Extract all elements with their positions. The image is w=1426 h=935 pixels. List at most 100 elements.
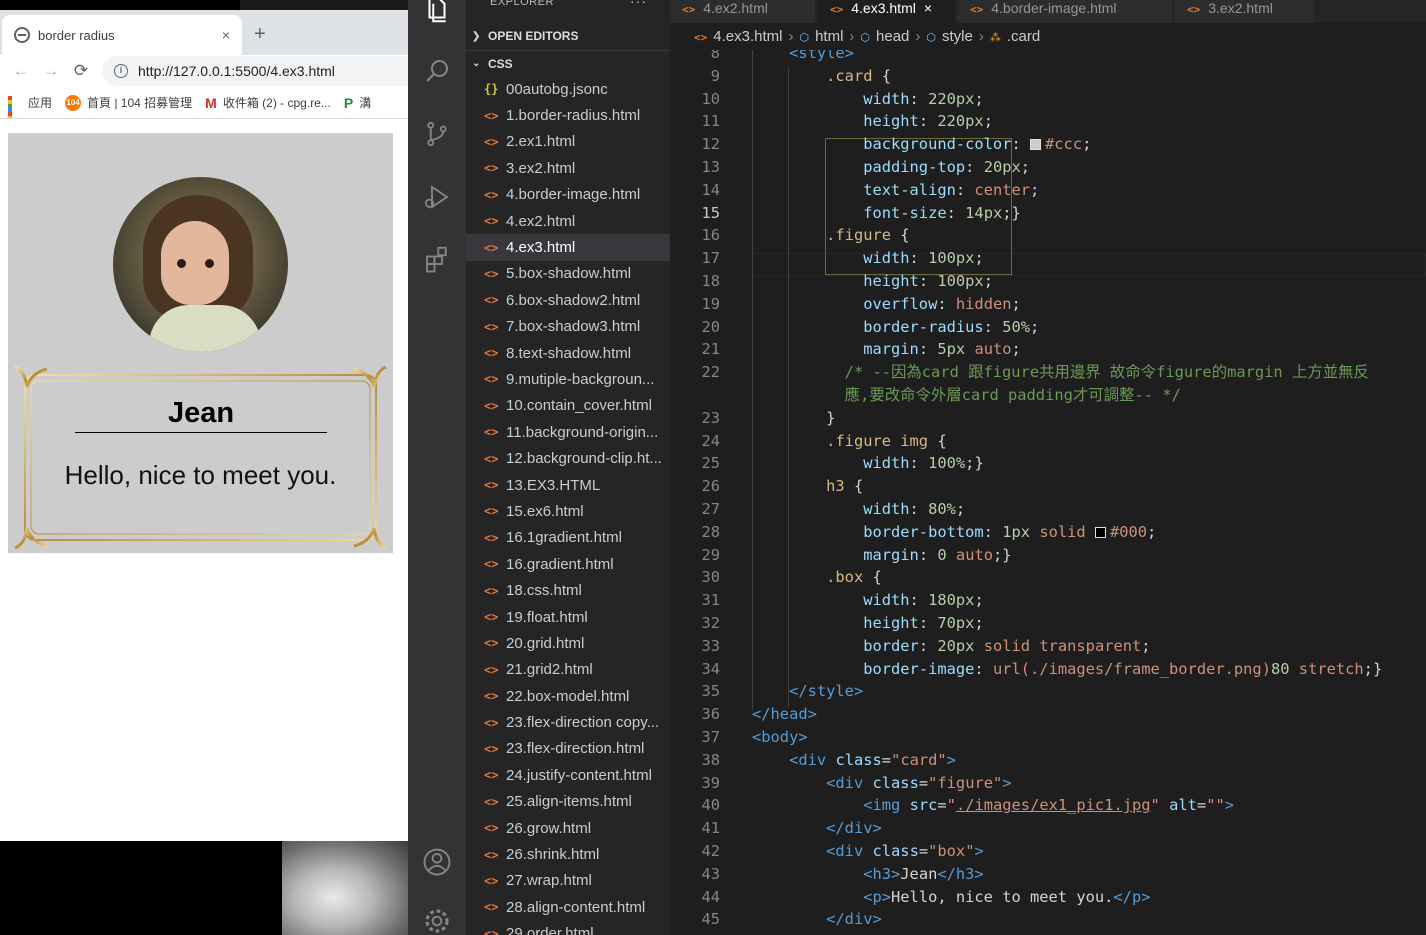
- file-item[interactable]: <> 25.align-items.html: [466, 789, 670, 815]
- file-item[interactable]: <> 29.order.html: [466, 921, 670, 935]
- file-name: 3.ex2.html: [506, 159, 576, 177]
- file-item[interactable]: <> 3.ex2.html: [466, 155, 670, 181]
- explorer-icon[interactable]: [421, 0, 453, 26]
- file-item[interactable]: <> 4.border-image.html: [466, 182, 670, 208]
- reload-button[interactable]: ⟳: [66, 61, 96, 81]
- file-item[interactable]: <> 23.flex-direction copy...: [466, 709, 670, 735]
- file-item[interactable]: <> 2.ex1.html: [466, 129, 670, 155]
- breadcrumb-item[interactable]: <> 4.ex3.html: [694, 28, 782, 45]
- file-name: 23.flex-direction.html: [506, 740, 645, 758]
- file-item[interactable]: <> 10.contain_cover.html: [466, 393, 670, 419]
- code-editor[interactable]: 8 <style> 9 .card {10 width: 220px; 11 hei…: [670, 50, 1426, 935]
- file-item[interactable]: <> 11.background-origin...: [466, 419, 670, 445]
- code-line: 14 text-align: center;: [670, 179, 1426, 202]
- color-swatch-icon[interactable]: [1030, 139, 1042, 151]
- bookmark-other[interactable]: P 溝: [344, 94, 371, 111]
- breadcrumb-item[interactable]: ⬡ style: [926, 28, 972, 45]
- file-item[interactable]: <> 26.shrink.html: [466, 841, 670, 867]
- file-item[interactable]: <> 28.align-content.html: [466, 894, 670, 920]
- color-swatch-icon[interactable]: [1094, 526, 1106, 538]
- close-icon[interactable]: ×: [924, 0, 932, 16]
- code-token: solid: [1039, 522, 1086, 541]
- file-item[interactable]: <> 18.css.html: [466, 577, 670, 603]
- breadcrumb-item[interactable]: ⬡ head: [860, 28, 909, 45]
- code-token: height: [863, 614, 919, 632]
- file-item[interactable]: <> 15.ex6.html: [466, 498, 670, 524]
- file-item[interactable]: <> 4.ex2.html: [466, 208, 670, 234]
- bookmark-apps[interactable]: 应用: [8, 94, 52, 118]
- address-bar[interactable]: i http://127.0.0.1:5500/4.ex3.html: [102, 56, 410, 86]
- code-line: 21 margin: 5px auto;: [670, 338, 1426, 361]
- info-icon[interactable]: i: [114, 64, 128, 78]
- file-item[interactable]: <> 20.grid.html: [466, 630, 670, 656]
- explorer-title: EXPLORER: [490, 0, 554, 8]
- code-token: >: [1002, 773, 1012, 792]
- browser-tabbar: border radius × +: [0, 10, 410, 55]
- bookmark-icon: P: [343, 94, 354, 111]
- file-name: 16.gradient.html: [506, 555, 614, 573]
- breadcrumb-item[interactable]: ⁂ .card: [990, 28, 1040, 45]
- code-token: :: [909, 89, 929, 108]
- file-item[interactable]: <> 19.float.html: [466, 604, 670, 630]
- gear-icon[interactable]: [421, 905, 453, 935]
- code-text: h3 {: [752, 475, 863, 498]
- file-item[interactable]: <> 23.flex-direction.html: [466, 736, 670, 762]
- file-item[interactable]: <> 5.box-shadow.html: [466, 261, 670, 287]
- breadcrumb-item[interactable]: ⬡ html: [799, 28, 843, 45]
- code-token: 100px: [928, 249, 975, 268]
- run-debug-icon[interactable]: [421, 181, 453, 213]
- code-token: 14px: [965, 203, 1003, 222]
- file-item[interactable]: <> 6.box-shadow2.html: [466, 287, 670, 313]
- forward-button[interactable]: →: [36, 61, 66, 81]
- back-button[interactable]: ←: [6, 61, 36, 81]
- file-item[interactable]: <> 7.box-shadow3.html: [466, 314, 670, 340]
- file-item[interactable]: <> 12.background-clip.ht...: [466, 445, 670, 471]
- code-text: }: [752, 407, 835, 430]
- file-item[interactable]: <> 8.text-shadow.html: [466, 340, 670, 366]
- html-file-icon: <>: [484, 610, 499, 624]
- editor-tab[interactable]: <> 4.ex2.html: [670, 0, 816, 23]
- folder-section[interactable]: ⌄ CSS: [466, 50, 670, 76]
- bookmark-104[interactable]: 104 首頁 | 104 招募管理: [65, 94, 192, 111]
- file-item[interactable]: <> 27.wrap.html: [466, 868, 670, 894]
- source-control-icon[interactable]: [421, 118, 453, 150]
- chevron-right-icon: ›: [978, 28, 984, 45]
- search-icon[interactable]: [421, 55, 453, 87]
- code-text: background-color: #ccc;: [752, 133, 1091, 156]
- line-number: 28: [701, 522, 720, 541]
- file-item[interactable]: <> 16.gradient.html: [466, 551, 670, 577]
- code-token: .figure: [826, 226, 892, 245]
- more-actions-icon[interactable]: ···: [630, 0, 647, 9]
- bookmark-gmail[interactable]: M 收件箱 (2) - cpg.re...: [205, 94, 331, 111]
- browser-tab[interactable]: border radius ×: [2, 15, 242, 55]
- file-item[interactable]: <> 22.box-model.html: [466, 683, 670, 709]
- line-number: 13: [701, 158, 720, 176]
- file-item[interactable]: <> 4.ex3.html: [466, 234, 670, 261]
- file-item[interactable]: <> 9.mutiple-backgroun...: [466, 366, 670, 392]
- code-token: transparent: [1039, 636, 1142, 655]
- file-item[interactable]: <> 26.grow.html: [466, 815, 670, 841]
- extensions-icon[interactable]: [421, 243, 453, 275]
- file-item[interactable]: <> 1.border-radius.html: [466, 102, 670, 128]
- code-token: ;}: [1002, 203, 1021, 222]
- account-icon[interactable]: [421, 846, 453, 878]
- open-editors-section[interactable]: ❯ OPEN EDITORS: [466, 23, 670, 49]
- code-token: width: [863, 249, 910, 268]
- chevron-right-icon: ›: [915, 28, 921, 45]
- html-file-icon: <>: [484, 557, 499, 572]
- file-item[interactable]: {} 00autobg.jsonc: [466, 76, 670, 102]
- editor-tab[interactable]: <> 3.ex2.html: [1175, 0, 1315, 23]
- code-line: 41 </div>: [670, 817, 1426, 840]
- line-number: 21: [701, 340, 720, 359]
- new-tab-button[interactable]: +: [254, 24, 266, 44]
- editor-tab[interactable]: <> 4.ex3.html ×: [818, 0, 956, 23]
- file-item[interactable]: <> 13.EX3.HTML: [466, 472, 670, 498]
- code-line: 45 </div>: [670, 908, 1426, 931]
- file-item[interactable]: <> 21.grid2.html: [466, 657, 670, 683]
- editor-tab[interactable]: <> 4.border-image.html: [958, 0, 1173, 23]
- file-item[interactable]: <> 24.justify-content.html: [466, 762, 670, 788]
- file-item[interactable]: <> 16.1gradient.html: [466, 525, 670, 551]
- close-tab-icon[interactable]: ×: [222, 27, 230, 43]
